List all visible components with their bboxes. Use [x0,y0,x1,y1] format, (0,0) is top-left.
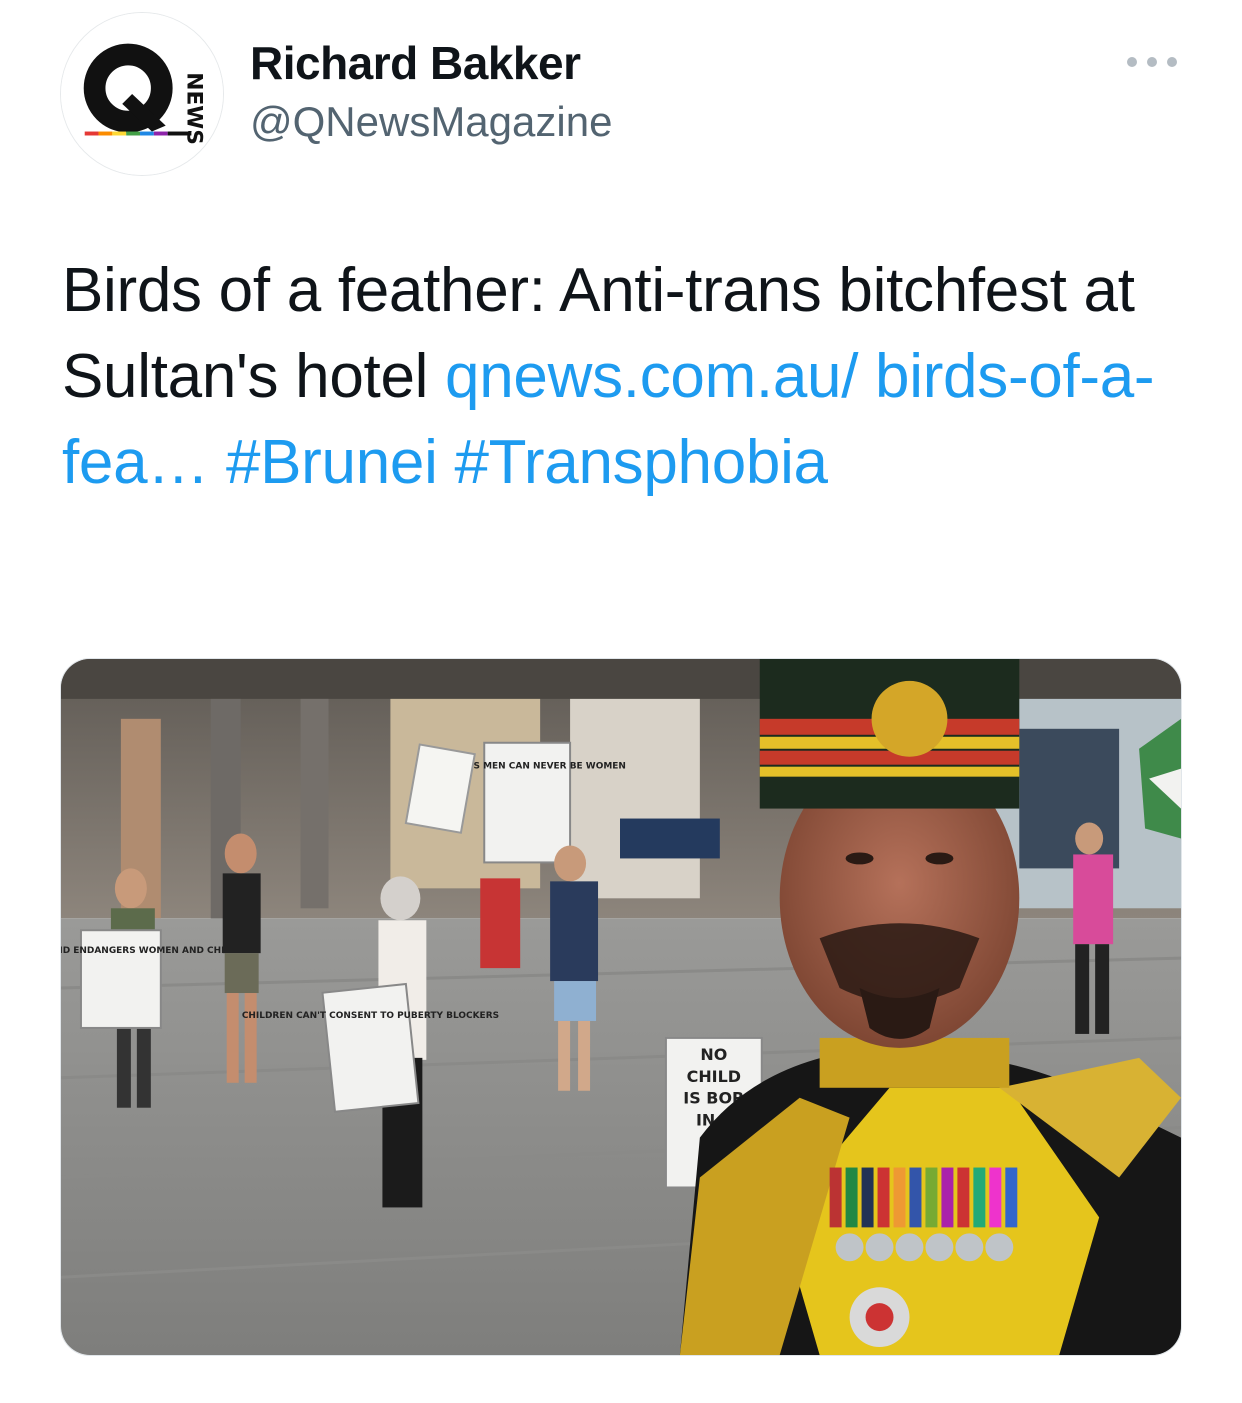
author-name[interactable]: Richard Bakker [250,36,581,90]
sign-no-child-line-1: NO [700,1045,727,1064]
hashtag-brunei[interactable]: #Brunei [226,428,438,497]
tweet-text: Birds of a feather: Anti-trans bitchfest… [62,248,1202,506]
more-options-button[interactable] [1120,44,1184,80]
media-photo: OLD GUY SELF ID ENDANGERS WOMEN AND CHIL… [61,659,1181,1355]
sign-no-child-line-2: CHILD [687,1067,741,1086]
more-horizontal-icon [1127,57,1177,67]
qnews-logo-icon: NEWS [61,13,223,175]
sign-puberty-blockers: CHILDREN CAN'T CONSENT TO PUBERTY BLOCKE… [242,1011,499,1021]
tweet: NEWS Richard Bakker @QNewsMagazine Birds… [0,0,1242,1403]
author-handle[interactable]: @QNewsMagazine [250,98,612,146]
avatar[interactable]: NEWS [60,12,224,176]
hashtag-transphobia[interactable]: #Transphobia [454,428,828,497]
tweet-media-image[interactable]: OLD GUY SELF ID ENDANGERS WOMEN AND CHIL… [60,658,1182,1356]
